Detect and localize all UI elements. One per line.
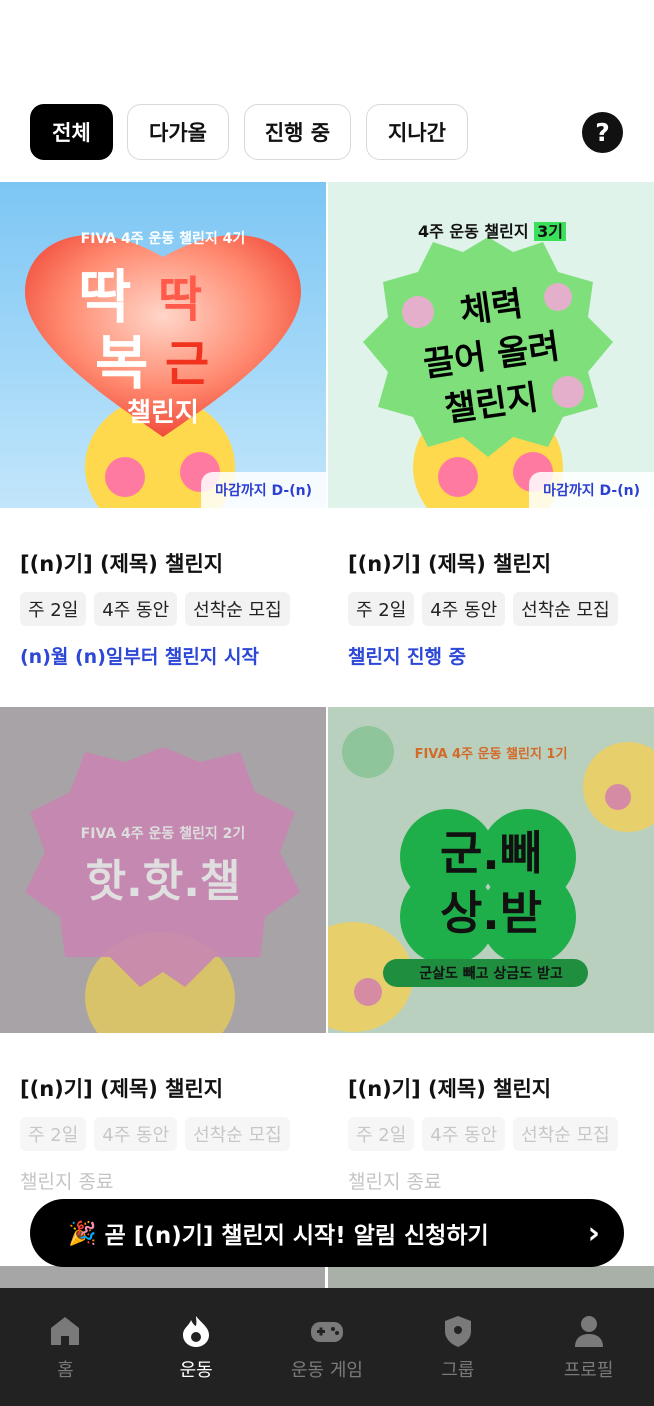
challenge-card[interactable]: FIVA 4주 운동 챌린지 1기 군.빼 상.받 군살도 빼고 상금도 받고 … [328, 707, 654, 1193]
nav-workout[interactable]: 운동 [131, 1288, 262, 1406]
challenge-status: 챌린지 종료 [348, 1171, 442, 1193]
flame-icon [183, 1316, 210, 1347]
next-row-peek [0, 1266, 654, 1288]
challenge-status: 챌린지 종료 [20, 1171, 114, 1193]
challenge-title: [(n)기] (제목) 챌린지 [20, 552, 224, 576]
tag-duration: 4주 동안 [422, 1117, 506, 1151]
tag-frequency: 주 2일 [20, 592, 87, 626]
nav-home[interactable]: 홈 [0, 1288, 131, 1406]
challenge-art-caption: FIVA 4주 운동 챌린지 1기 [414, 747, 568, 762]
tag-recruit: 선착순 모집 [185, 1117, 290, 1151]
challenge-art-word: 군살도 빼고 상금도 받고 [419, 966, 563, 982]
challenge-card[interactable]: FIVA 4주 운동 챌린지 2기 핫.핫.챌 [(n)기] (제목) 챌린지 … [0, 707, 326, 1193]
nav-profile[interactable]: 프로필 [523, 1288, 654, 1406]
nav-label: 프로필 [563, 1360, 614, 1381]
deadline-badge: 마감까지 D-(n) [529, 472, 654, 508]
tag-list: 주 2일 4주 동안 선착순 모집 [348, 1117, 618, 1151]
challenge-art-word: 군.빼 [439, 826, 543, 880]
tag-frequency: 주 2일 [348, 592, 415, 626]
filter-bar: 전체 다가올 진행 중 지나간 [30, 104, 624, 160]
filter-ongoing-chip[interactable]: 진행 중 [244, 104, 351, 160]
challenge-art-caption: FIVA 4주 운동 챌린지 2기 [80, 826, 246, 842]
tag-list: 주 2일 4주 동안 선착순 모집 [20, 1117, 290, 1151]
notify-banner-text: 곧 [(n)기] 챌린지 시작! 알림 신청하기 [104, 1223, 489, 1249]
tag-recruit: 선착순 모집 [513, 592, 618, 626]
challenge-art-word: 챌린지 [127, 398, 199, 428]
tag-duration: 4주 동안 [94, 1117, 178, 1151]
tag-frequency: 주 2일 [348, 1117, 415, 1151]
shield-icon [444, 1316, 471, 1347]
nav-label: 홈 [57, 1360, 74, 1381]
challenge-thumbnail: 4주 운동 챌린지 3기 체력 끌어 올려 챌린지 마감까지 D-(n) [328, 182, 654, 508]
filter-all-chip[interactable]: 전체 [30, 104, 113, 160]
nav-label: 그룹 [441, 1360, 475, 1381]
challenge-status: (n)월 (n)일부터 챌린지 시작 [20, 646, 259, 668]
gamepad-icon [310, 1322, 343, 1342]
challenge-art-word: 근 [165, 336, 210, 392]
challenge-title: [(n)기] (제목) 챌린지 [20, 1077, 224, 1101]
challenge-art-caption: 4주 운동 챌린지 3기 [418, 218, 567, 242]
challenge-card[interactable]: 4주 운동 챌린지 3기 체력 끌어 올려 챌린지 마감까지 D-(n) [(n… [328, 182, 654, 668]
challenge-art-word: 복 [95, 329, 149, 397]
caption-highlight: 3기 [534, 222, 567, 241]
challenge-card[interactable]: FIVA 4주 운동 챌린지 4기 딱 딱 복 근 챌린지 마감까지 D-(n)… [0, 182, 326, 668]
nav-label: 운동 [179, 1360, 213, 1381]
person-icon [574, 1316, 603, 1347]
caption-text: 4주 운동 챌린지 [418, 222, 529, 241]
tag-duration: 4주 동안 [94, 592, 178, 626]
challenge-thumbnail: FIVA 4주 운동 챌린지 2기 핫.핫.챌 [0, 707, 326, 1033]
nav-workout-game[interactable]: 운동 게임 [262, 1288, 393, 1406]
challenge-art-caption: FIVA 4주 운동 챌린지 4기 [80, 231, 246, 247]
challenge-thumbnail: FIVA 4주 운동 챌린지 1기 군.빼 상.받 군살도 빼고 상금도 받고 [328, 707, 654, 1033]
tag-recruit: 선착순 모집 [513, 1117, 618, 1151]
help-button[interactable]: ? [582, 112, 623, 153]
challenge-status: 챌린지 진행 중 [348, 646, 467, 668]
notify-banner[interactable]: 🎉 곧 [(n)기] 챌린지 시작! 알림 신청하기 › [30, 1199, 624, 1267]
filter-upcoming-chip[interactable]: 다가올 [127, 104, 229, 160]
tag-recruit: 선착순 모집 [185, 592, 290, 626]
home-icon [51, 1317, 80, 1345]
bottom-nav: 홈 운동 운동 게임 그룹 프로필 [0, 1288, 654, 1406]
party-icon: 🎉 [68, 1220, 97, 1247]
challenge-title: [(n)기] (제목) 챌린지 [348, 1077, 552, 1101]
nav-group[interactable]: 그룹 [392, 1288, 523, 1406]
filter-past-chip[interactable]: 지나간 [366, 104, 468, 160]
tag-frequency: 주 2일 [20, 1117, 87, 1151]
tag-duration: 4주 동안 [422, 592, 506, 626]
tag-list: 주 2일 4주 동안 선착순 모집 [348, 592, 618, 626]
challenge-title: [(n)기] (제목) 챌린지 [348, 552, 552, 576]
nav-label: 운동 게임 [291, 1360, 363, 1381]
challenge-art-word: 딱 [158, 272, 203, 328]
tag-list: 주 2일 4주 동안 선착순 모집 [20, 592, 290, 626]
deadline-badge: 마감까지 D-(n) [201, 472, 326, 508]
challenge-art-word: 핫.핫.챌 [85, 856, 241, 907]
chevron-right-icon: › [587, 1215, 600, 1251]
challenge-thumbnail: FIVA 4주 운동 챌린지 4기 딱 딱 복 근 챌린지 마감까지 D-(n) [0, 182, 326, 508]
challenge-art-word: 상.받 [439, 886, 543, 940]
